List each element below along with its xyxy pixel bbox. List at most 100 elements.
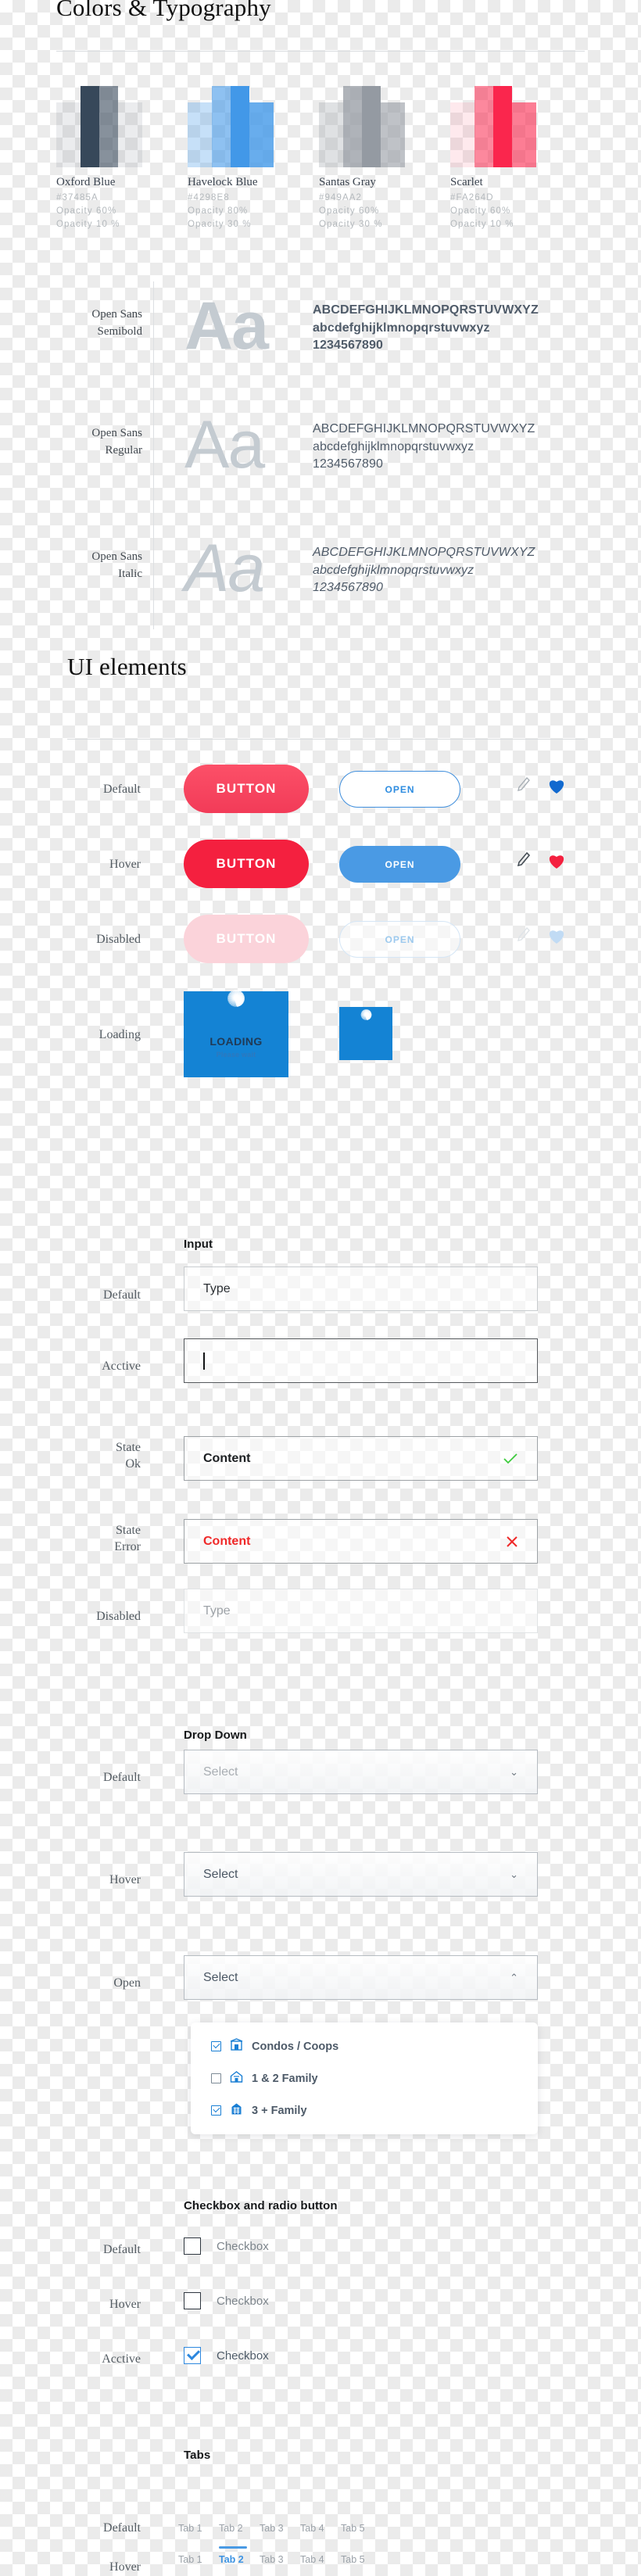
input-state-ok[interactable]: Content xyxy=(184,1436,538,1481)
typography-lowercase: abcdefghijklmnopqrstuvwxyz xyxy=(313,563,474,577)
swatch-fold xyxy=(118,102,142,167)
typography-weight: Semibold xyxy=(97,324,142,338)
row-label-input-disabled: Disabled xyxy=(96,1610,141,1623)
tab-5[interactable]: Tab 5 xyxy=(341,2515,381,2534)
dropdown-option-3-plus-family[interactable]: 3 + Family xyxy=(191,2094,538,2126)
divider xyxy=(56,51,585,52)
checkbox-group-title: Checkbox and radio button xyxy=(184,2199,338,2212)
typography-family: Open Sans xyxy=(91,308,142,321)
tab-4[interactable]: Tab 4 xyxy=(300,2515,341,2534)
divider xyxy=(67,739,585,740)
swatch-graphic xyxy=(319,86,405,167)
row-label-dropdown-open: Open xyxy=(113,1976,141,1990)
input-value: Content xyxy=(203,1451,251,1465)
swatch-hex: #37485A xyxy=(56,193,98,202)
secondary-button-default[interactable]: OPEN xyxy=(339,771,460,808)
swatch-opacity-1: Opacity 60% xyxy=(56,206,117,216)
dropdown-hover[interactable]: Select ⌄ xyxy=(184,1852,538,1897)
typography-glyph-sample: Aa xyxy=(184,531,265,606)
spinner-icon xyxy=(200,989,272,1070)
swatch-fold xyxy=(231,86,249,167)
tab-4[interactable]: Tab 4 xyxy=(300,2546,341,2565)
swatch-opacity-2: Opacity 10 % xyxy=(450,220,514,229)
swatch-fold xyxy=(319,102,343,167)
apartment-icon xyxy=(230,2102,243,2119)
checkbox-row-default[interactable]: Checkbox xyxy=(184,2237,269,2255)
ui-elements-title: UI elements xyxy=(67,653,187,680)
row-label-buttons-loading: Loading xyxy=(98,1028,141,1041)
swatch-hex: #FA264D xyxy=(450,193,494,202)
row-label-buttons-hover: Hover xyxy=(109,858,141,871)
tab-2[interactable]: Tab 2 xyxy=(219,2515,260,2534)
chevron-down-icon: ⌄ xyxy=(510,1868,518,1880)
input-default[interactable]: Type xyxy=(184,1267,538,1311)
close-icon xyxy=(506,1535,518,1548)
row-label-dropdown-default: Default xyxy=(103,1771,141,1784)
input-active[interactable] xyxy=(184,1338,538,1383)
pencil-icon xyxy=(516,926,532,944)
color-swatch-oxford-blue: Oxford Blue #37485A Opacity 60% Opacity … xyxy=(56,86,142,229)
swatch-fold xyxy=(512,102,536,167)
typography-weight: Regular xyxy=(105,443,142,457)
dropdown-option-label: Condos / Coops xyxy=(252,2040,339,2053)
secondary-button-hover[interactable]: OPEN xyxy=(339,846,460,883)
heart-icon[interactable] xyxy=(547,852,566,869)
input-group-title: Input xyxy=(184,1238,213,1251)
checkbox-icon[interactable] xyxy=(211,2041,221,2051)
swatch-opacity-2: Opacity 30 % xyxy=(319,220,383,229)
dropdown-open[interactable]: Select ⌃ xyxy=(184,1955,538,2000)
heart-icon[interactable] xyxy=(547,777,566,794)
row-label-tabs-default: Default xyxy=(103,2521,141,2535)
dropdown-value: Select xyxy=(203,1970,238,1984)
chevron-up-icon: ⌃ xyxy=(510,1972,518,1983)
swatch-fold xyxy=(188,102,212,167)
row-label-checkbox-hover: Hover xyxy=(109,2298,141,2311)
color-swatch-santas-gray: Santas Gray #949AA2 Opacity 60% Opacity … xyxy=(319,86,405,229)
checkbox-row-active[interactable]: Checkbox xyxy=(184,2347,269,2364)
typography-digits: 1234567890 xyxy=(313,339,383,353)
checkbox-icon[interactable] xyxy=(184,2237,201,2255)
swatch-graphic xyxy=(56,86,142,167)
row-label-input-active: Acctive xyxy=(102,1360,141,1373)
checkbox-icon[interactable] xyxy=(184,2347,201,2364)
typography-uppercase: ABCDEFGHIJKLMNOPQRSTUVWXYZ xyxy=(313,546,535,559)
tab-1[interactable]: Tab 1 xyxy=(178,2515,219,2534)
row-label-input-ok: State Ok xyxy=(39,1440,141,1473)
dropdown-value: Select xyxy=(203,1765,238,1779)
loading-sublabel: Please wait xyxy=(216,1051,256,1059)
primary-button-default[interactable]: BUTTON xyxy=(184,765,309,813)
swatch-fold xyxy=(249,102,274,167)
swatch-graphic xyxy=(188,86,274,167)
primary-button-hover[interactable]: BUTTON xyxy=(184,840,309,888)
checkbox-row-hover[interactable]: Checkbox xyxy=(184,2292,269,2309)
tabs-hover: Tab 1 Tab 2 Tab 3 Tab 4 Tab 5 xyxy=(178,2546,381,2565)
dropdown-option-condos[interactable]: Condos / Coops xyxy=(191,2030,538,2062)
checkbox-icon[interactable] xyxy=(211,2105,221,2116)
checkbox-icon[interactable] xyxy=(211,2073,221,2083)
page-title: Colors & Typography xyxy=(56,0,271,21)
dropdown-default[interactable]: Select ⌄ xyxy=(184,1750,538,1794)
typography-glyph-sample: Aa xyxy=(184,407,265,482)
input-state-error[interactable]: Content xyxy=(184,1519,538,1564)
tab-1[interactable]: Tab 1 xyxy=(178,2546,219,2565)
swatch-hex: #4298E8 xyxy=(188,193,230,202)
tab-3[interactable]: Tab 3 xyxy=(260,2546,300,2565)
dropdown-menu: Condos / Coops 1 & 2 Family 3 + Family xyxy=(191,2022,538,2134)
pencil-icon[interactable] xyxy=(516,776,532,794)
loading-label: LOADING xyxy=(209,1035,263,1048)
pencil-icon[interactable] xyxy=(516,851,532,869)
tab-2[interactable]: Tab 2 xyxy=(219,2546,260,2565)
dropdown-group-title: Drop Down xyxy=(184,1729,247,1742)
row-label-input-ok-line2: Ok xyxy=(125,1456,141,1471)
condo-icon xyxy=(230,2038,243,2055)
row-label-input-ok-line1: State xyxy=(116,1441,141,1454)
tab-3[interactable]: Tab 3 xyxy=(260,2515,300,2534)
row-label-input-error-line1: State xyxy=(116,1524,141,1537)
dropdown-option-1-2-family[interactable]: 1 & 2 Family xyxy=(191,2062,538,2094)
primary-button-disabled: BUTTON xyxy=(184,915,309,963)
checkbox-label: Checkbox xyxy=(217,2348,269,2363)
swatch-graphic xyxy=(450,86,536,167)
tab-5[interactable]: Tab 5 xyxy=(341,2546,381,2565)
checkbox-icon[interactable] xyxy=(184,2292,201,2309)
check-icon xyxy=(503,1453,518,1465)
